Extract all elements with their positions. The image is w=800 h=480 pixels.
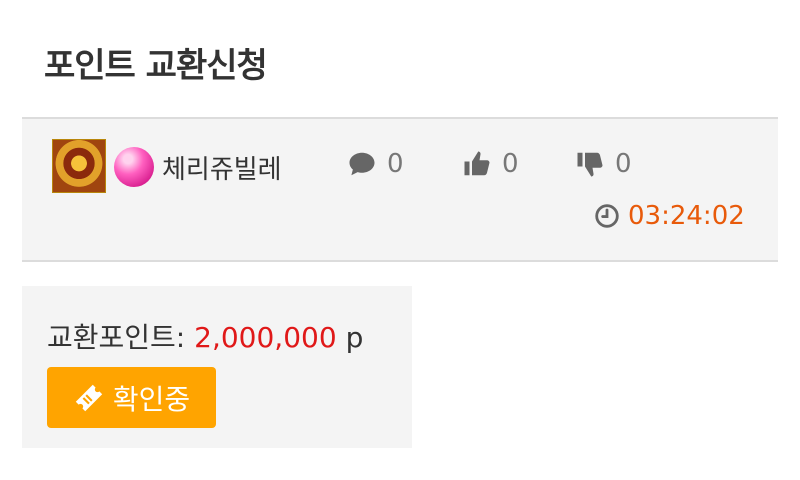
comment-icon [349,152,375,176]
exchange-points-label: 교환포인트: [47,321,186,354]
like-button[interactable]: 0 [462,149,519,179]
post-meta-panel: 체리쥬빌레 0 0 0 03:24:02 [22,117,778,262]
clock-icon [595,204,619,228]
post-time-value: 03:24:02 [628,201,745,231]
post-time: 03:24:02 [594,201,745,231]
like-count: 0 [502,149,519,179]
username[interactable]: 체리쥬빌레 [162,149,282,186]
status-button[interactable]: 확인중 [47,367,216,428]
exchange-panel: 교환포인트: 2,000,000 p 확인중 [22,286,412,448]
exchange-points: 교환포인트: 2,000,000 p [47,316,363,356]
thumbs-down-icon [577,152,603,177]
exchange-points-amount: 2,000,000 [194,321,337,354]
exchange-points-unit: p [345,321,364,354]
thumbs-up-icon [464,151,490,176]
comment-count: 0 [347,149,404,179]
comment-count-value: 0 [387,149,404,179]
status-label: 확인중 [112,382,191,416]
level-badge-icon [114,147,154,187]
page-title: 포인트 교환신청 [44,46,268,86]
ticket-icon [75,384,103,411]
dislike-count: 0 [615,149,632,179]
dislike-button[interactable]: 0 [575,149,632,179]
avatar[interactable] [52,139,106,193]
